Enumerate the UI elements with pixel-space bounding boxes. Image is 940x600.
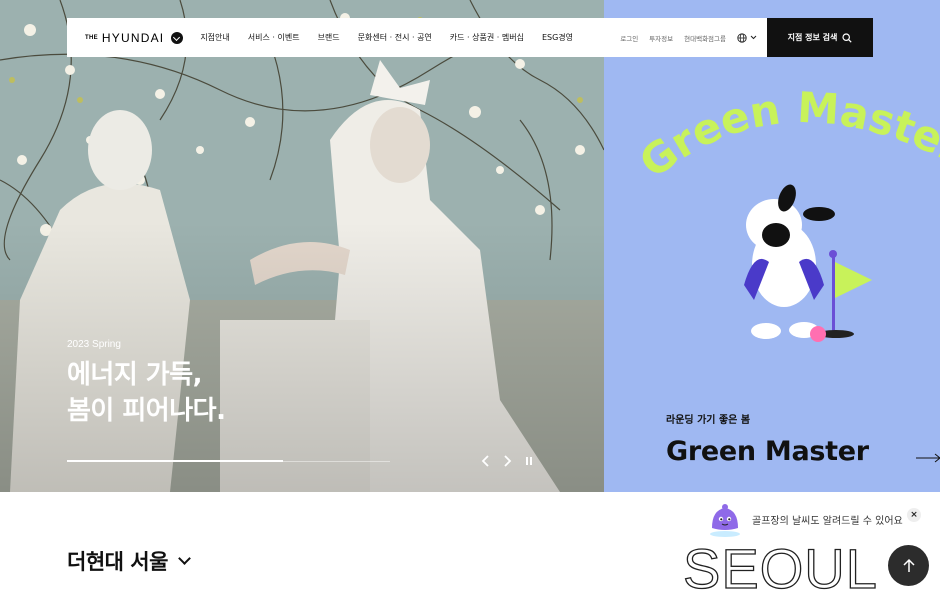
- hero-section: 2023 Spring 에너지 가득, 봄이 피어나다. Green Maste…: [0, 0, 940, 492]
- chat-message: 골프장의 날씨도 알려드릴 수 있어요: [752, 515, 903, 527]
- chevron-down-icon: [178, 551, 191, 565]
- close-icon[interactable]: ×: [907, 508, 921, 522]
- logo-the-text: THE: [85, 34, 98, 41]
- group-link[interactable]: 현대백화점그룹: [684, 33, 726, 43]
- nav-item-services-events[interactable]: 서비스 · 이벤트: [248, 32, 300, 43]
- login-link[interactable]: 로그인: [620, 33, 638, 43]
- slide-title-line-1: 에너지 가득,: [67, 360, 203, 390]
- language-selector[interactable]: [737, 32, 757, 43]
- nav-item-culture[interactable]: 문화센터 · 전시 · 공연: [358, 32, 432, 43]
- nav-item-esg[interactable]: ESG경영: [542, 32, 573, 43]
- promo-subtitle: 라운딩 가기 좋은 봄: [666, 415, 751, 426]
- slide-progress-fill: [67, 460, 284, 462]
- prev-slide-button[interactable]: [477, 452, 495, 470]
- pause-icon: [526, 457, 532, 465]
- nav-item-cards-membership[interactable]: 카드 · 상품권 · 멤버십: [450, 32, 524, 43]
- logo-name-text: HYUNDAI: [101, 30, 165, 45]
- slide-eyebrow: 2023 Spring: [67, 339, 121, 350]
- branch-selector[interactable]: 더현대 서울: [67, 546, 191, 576]
- store-search-label: 지점 정보 검색: [787, 33, 838, 42]
- slide-title-line-2: 봄이 피어나다.: [67, 396, 226, 426]
- investor-link[interactable]: 투자정보: [649, 33, 673, 43]
- store-search-button[interactable]: 지점 정보 검색: [767, 18, 873, 57]
- promo-arc-text: Green Master: [630, 83, 940, 188]
- promo-arrow-icon[interactable]: [916, 451, 940, 467]
- main-nav: 지점안내 서비스 · 이벤트 브랜드 문화센터 · 전시 · 공연 카드 · 상…: [200, 32, 591, 43]
- globe-icon: [737, 32, 747, 43]
- promo-illustration: Green Master: [630, 83, 940, 342]
- slide-progress-bar: [67, 460, 390, 462]
- chat-bubble[interactable]: 골프장의 날씨도 알려드릴 수 있어요 ×: [706, 500, 921, 538]
- pause-slide-button[interactable]: [520, 452, 538, 470]
- scroll-top-button[interactable]: [888, 545, 929, 586]
- brand-logo[interactable]: THE HYUNDAI: [85, 30, 184, 45]
- slide-title: 에너지 가득, 봄이 피어나다.: [67, 357, 226, 429]
- promo-title: Green Master: [666, 436, 869, 467]
- arrow-up-icon: [902, 558, 915, 572]
- site-header: THE HYUNDAI 지점안내 서비스 · 이벤트 브랜드 문화센터 · 전시…: [67, 18, 873, 57]
- mascot-icon: [710, 504, 740, 537]
- branch-title: 더현대 서울: [67, 550, 168, 574]
- chevron-right-icon: [504, 455, 512, 467]
- next-slide-button[interactable]: [498, 452, 516, 470]
- nav-item-stores[interactable]: 지점안내: [200, 32, 229, 43]
- nav-item-brands[interactable]: 브랜드: [318, 32, 340, 43]
- search-icon: [842, 32, 852, 43]
- chevron-down-icon: [750, 35, 757, 40]
- chevron-down-icon[interactable]: [171, 31, 184, 44]
- chevron-left-icon: [481, 455, 489, 467]
- promo-banner[interactable]: Green Master 라운딩 가기 좋은 봄 Green Master: [604, 0, 940, 492]
- utility-nav: 로그인 투자정보 현대백화점그룹: [609, 18, 757, 57]
- city-outline-text: SEOUL: [682, 537, 878, 600]
- page: 2023 Spring 에너지 가득, 봄이 피어나다. Green Maste…: [0, 0, 940, 600]
- branch-section: 더현대 서울 SEOUL 골프장의 날씨도 알려드릴 수 있어요 ×: [0, 492, 940, 600]
